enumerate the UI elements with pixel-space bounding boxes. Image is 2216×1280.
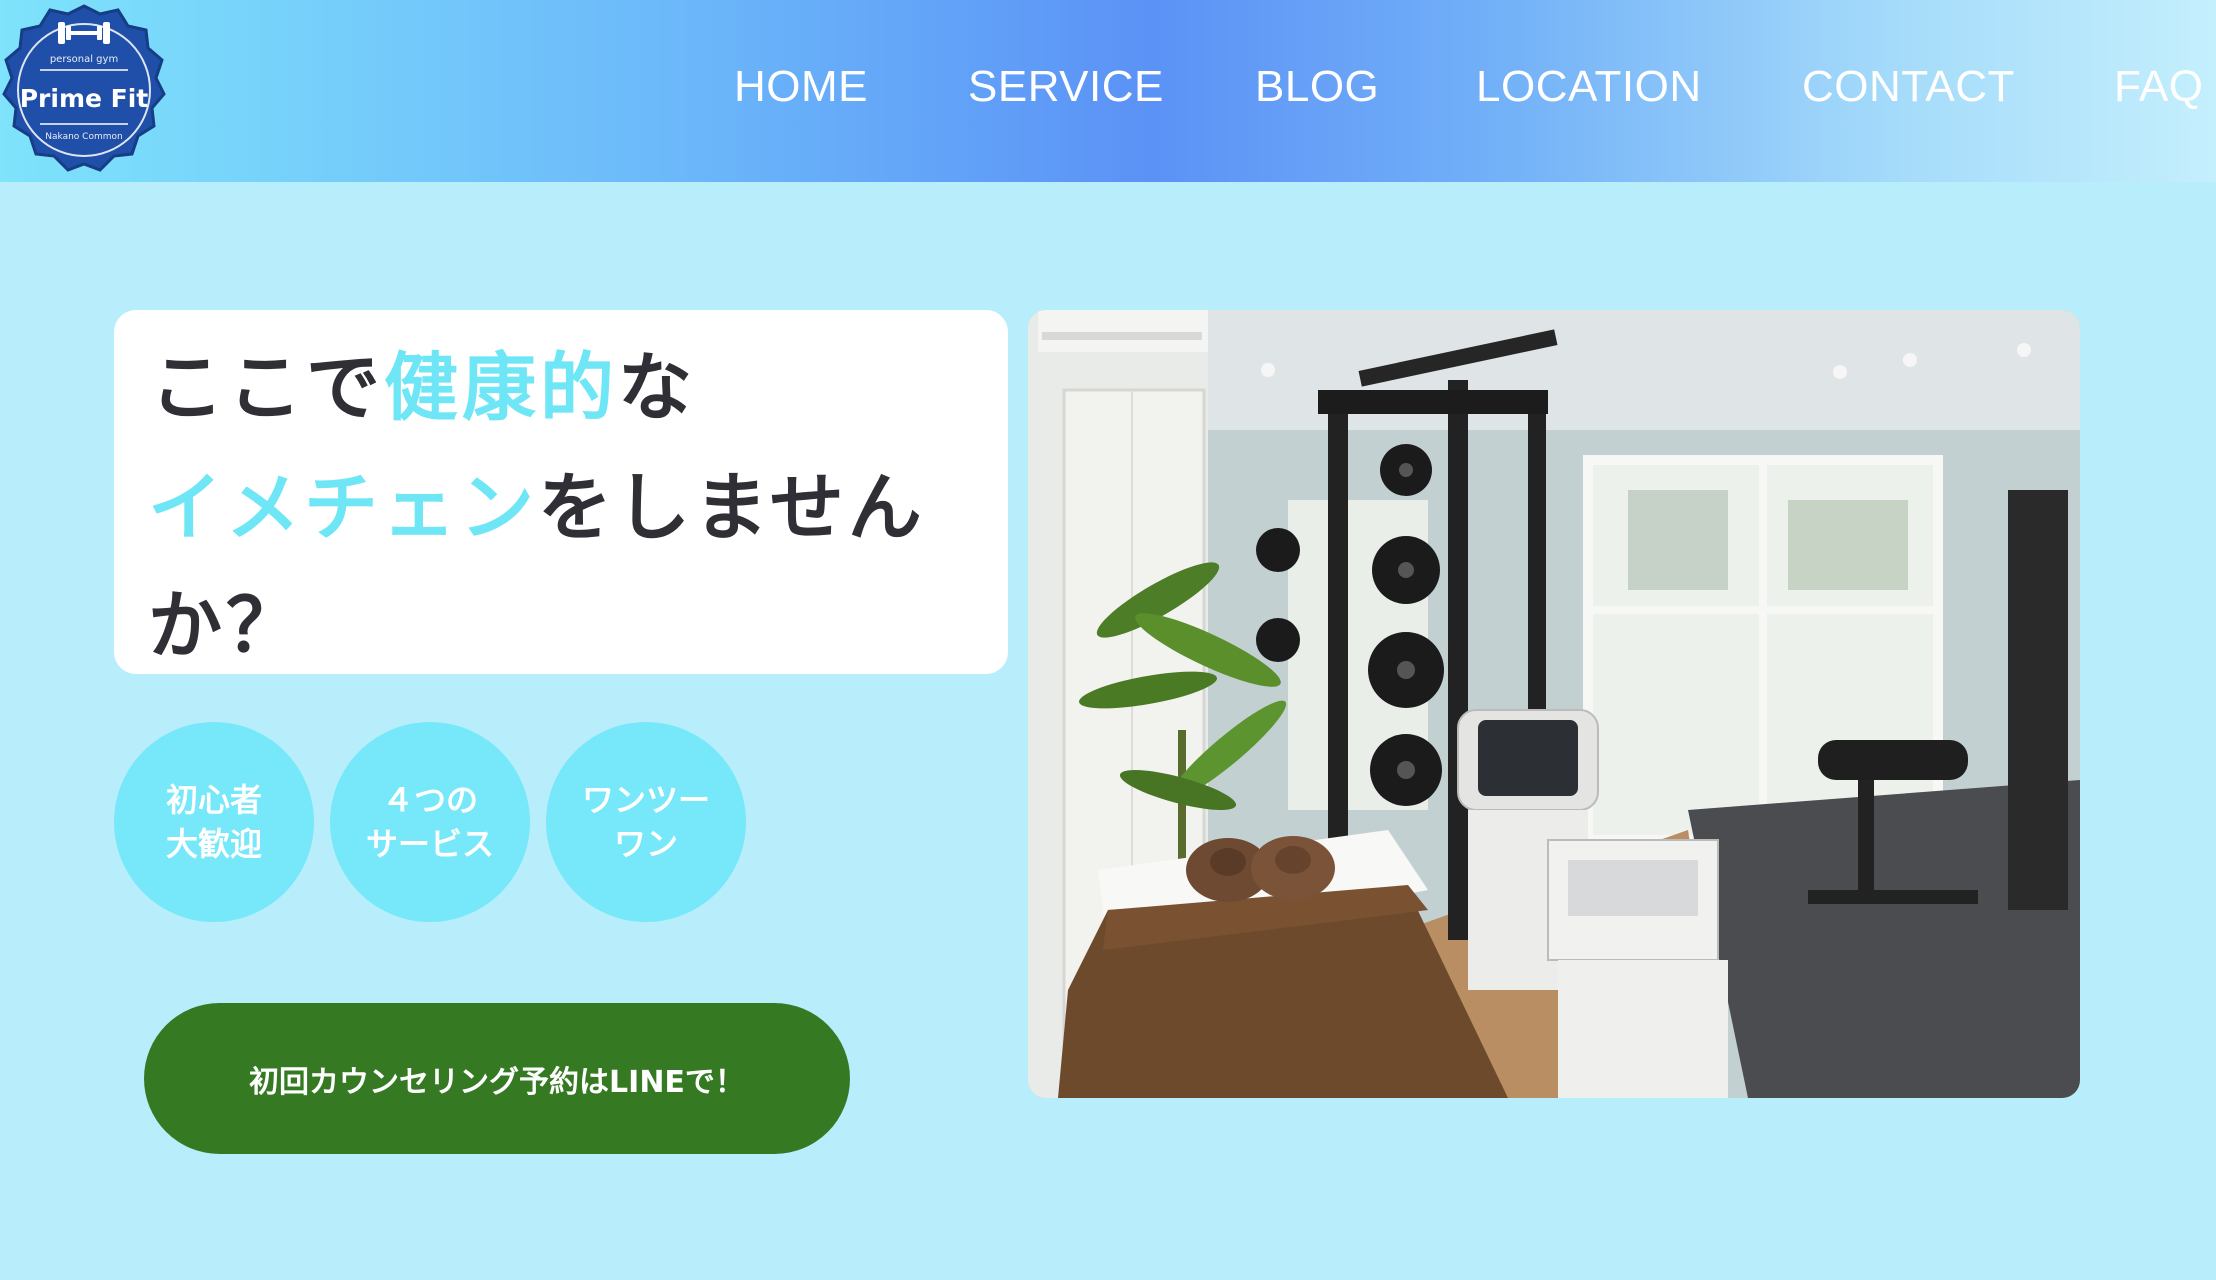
- badge-text: ４つの: [381, 781, 478, 819]
- gym-interior-image: [1028, 310, 2080, 1098]
- headline-text: な: [618, 345, 696, 431]
- badge-text: 初心者: [165, 781, 262, 819]
- badge-services: ４つの サービス: [330, 722, 530, 922]
- main-nav: HOME SERVICE BLOG LOCATION CONTACT FAQ: [0, 62, 2216, 122]
- headline-line-2: イメチェンをしません: [148, 448, 926, 555]
- badge-one-to-one: ワンツー ワン: [546, 722, 746, 922]
- nav-contact[interactable]: CONTACT: [1802, 62, 2015, 112]
- logo-location: Nakano Common: [45, 132, 123, 142]
- headline-highlight: 健康的: [384, 345, 618, 431]
- headline-text: をしません: [538, 465, 926, 551]
- nav-service[interactable]: SERVICE: [968, 62, 1164, 112]
- nav-home[interactable]: HOME: [734, 62, 868, 112]
- badge-beginners: 初心者 大歓迎: [114, 722, 314, 922]
- headline-line-1: ここで健康的な: [150, 328, 696, 435]
- gym-interior-photo: [1028, 310, 2080, 1098]
- badge-text: 大歓迎: [165, 825, 262, 863]
- hero-headline-card: ここで健康的な イメチェンをしません か？: [114, 310, 1008, 674]
- headline-line-3: か？: [148, 583, 304, 669]
- nav-blog[interactable]: BLOG: [1255, 62, 1379, 112]
- badge-text: ワン: [613, 825, 678, 863]
- line-reservation-button[interactable]: 初回カウンセリング予約はLINEで！: [144, 1003, 850, 1154]
- badge-text: サービス: [365, 825, 494, 863]
- site-header: personal gym Prime Fit Nakano Common HOM…: [0, 0, 2216, 182]
- nav-location[interactable]: LOCATION: [1476, 62, 1702, 112]
- headline-highlight: イメチェン: [148, 465, 538, 551]
- nav-faq[interactable]: FAQ: [2114, 62, 2204, 112]
- badge-text: ワンツー: [581, 781, 710, 819]
- headline-text: ここで: [150, 345, 384, 431]
